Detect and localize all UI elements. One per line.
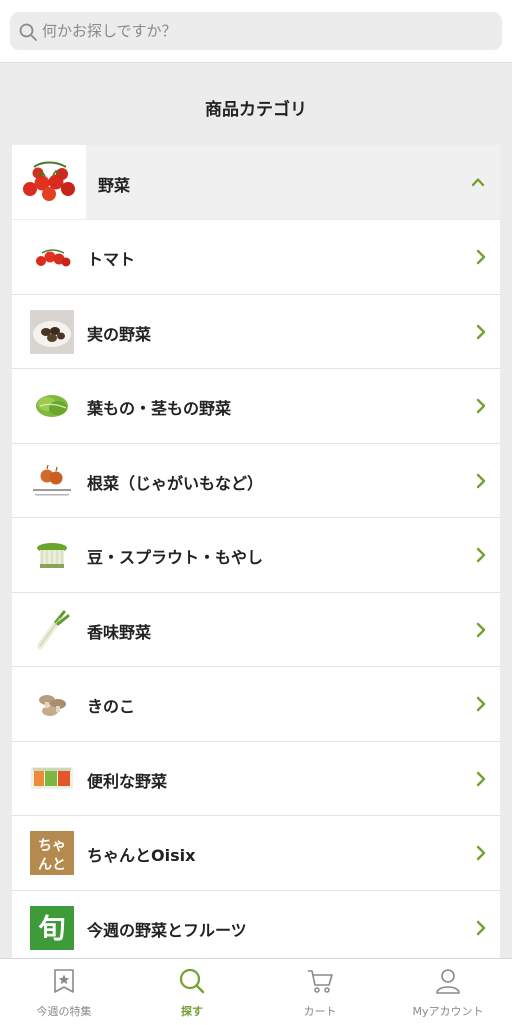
sprout-icon: [37, 543, 67, 568]
list-item-label: 今週の野菜とフルーツ: [87, 920, 247, 940]
star-bookmark-icon: [54, 969, 74, 993]
chevron-right-icon: [476, 771, 486, 786]
chevron-right-icon: [476, 845, 486, 861]
list-item-label: トマト: [87, 250, 136, 269]
list-item-weekly-produce[interactable]: 旬 今週の野菜とフルーツ: [12, 890, 500, 958]
person-icon: [436, 969, 460, 994]
search-input[interactable]: 何かお探しですか？: [10, 12, 502, 50]
chanto-oisix-logo: ちゃ んと: [30, 831, 74, 875]
list-item-chanto-oisix[interactable]: ちゃ んと ちゃんとOisix: [12, 816, 500, 891]
list-item-label: ちゃんとOisix: [87, 846, 196, 865]
list-item-label: きのこ: [87, 697, 136, 716]
tab-label: カート: [303, 1005, 337, 1018]
list-item-leafy-vegetables[interactable]: 葉もの・茎もの野菜: [12, 369, 500, 444]
chevron-right-icon: [476, 473, 486, 488]
tab-search[interactable]: 探す: [128, 959, 256, 1025]
root-vegetable-icon: [33, 464, 71, 495]
chevron-up-icon: [471, 178, 485, 187]
list-item-fruit-vegetables[interactable]: 実の野菜: [12, 294, 500, 369]
cart-icon: [308, 970, 333, 993]
svg-text:旬: 旬: [38, 914, 66, 945]
tomato-icon: [36, 249, 71, 267]
tab-my-account[interactable]: Myアカウント: [384, 959, 512, 1025]
chevron-right-icon: [476, 696, 486, 712]
mushroom-icon: [39, 695, 66, 716]
tab-cart[interactable]: カート: [256, 959, 384, 1025]
list-item-mushrooms[interactable]: きのこ: [12, 667, 500, 742]
search-bar: 何かお探しですか？: [0, 0, 512, 63]
subcategory-list: トマト 実の野菜 葉もの・茎もの野菜 根菜（じゃがいもなど） 豆・スプラウト・も…: [12, 220, 500, 958]
search-placeholder: 何かお探しですか？: [42, 22, 177, 40]
list-item-label: 実の野菜: [87, 324, 152, 344]
chevron-right-icon: [476, 249, 486, 265]
svg-text:ちゃ: ちゃ: [38, 838, 66, 854]
tab-label: 今週の特集: [36, 1005, 92, 1018]
chevron-right-icon: [476, 547, 486, 563]
category-label: 野菜: [98, 176, 131, 195]
chevron-right-icon: [476, 324, 486, 339]
category-header-vegetables[interactable]: 野菜: [12, 145, 500, 219]
list-item-aromatic-vegetables[interactable]: 香味野菜: [12, 592, 500, 667]
tab-label: Myアカウント: [412, 1005, 484, 1018]
list-item-convenient-vegetables[interactable]: 便利な野菜: [12, 741, 500, 816]
list-item-label: 便利な野菜: [87, 771, 168, 791]
bottom-tab-bar: 今週の特集 探す カート Myアカウント: [0, 958, 512, 1025]
shun-badge-icon: 旬: [30, 905, 74, 950]
chevron-right-icon: [476, 622, 486, 637]
list-item-sprouts[interactable]: 豆・スプラウト・もやし: [12, 518, 500, 593]
list-item-label: 香味野菜: [87, 622, 152, 642]
leafy-vegetable-icon: [36, 395, 68, 417]
tab-label: 探す: [181, 1005, 203, 1018]
list-item-label: 葉もの・茎もの野菜: [87, 399, 232, 418]
list-item-root-vegetables[interactable]: 根菜（じゃがいもなど）: [12, 443, 500, 518]
svg-text:んと: んと: [38, 857, 66, 873]
chevron-right-icon: [476, 920, 486, 935]
page-title: 商品カテゴリ: [205, 100, 307, 120]
list-item-tomato[interactable]: トマト: [12, 220, 500, 295]
list-item-label: 根菜（じゃがいもなど）: [87, 473, 264, 493]
chevron-right-icon: [476, 398, 486, 414]
search-icon: [179, 968, 205, 994]
tab-weekly-feature[interactable]: 今週の特集: [0, 959, 128, 1025]
list-item-label: 豆・スプラウト・もやし: [87, 548, 264, 567]
tomato-cluster-icon: [12, 145, 86, 219]
fruit-vegetable-icon: [30, 309, 74, 354]
search-icon: [19, 23, 37, 41]
aromatic-vegetable-icon: [37, 610, 70, 649]
packaged-vegetable-icon: [31, 766, 73, 789]
